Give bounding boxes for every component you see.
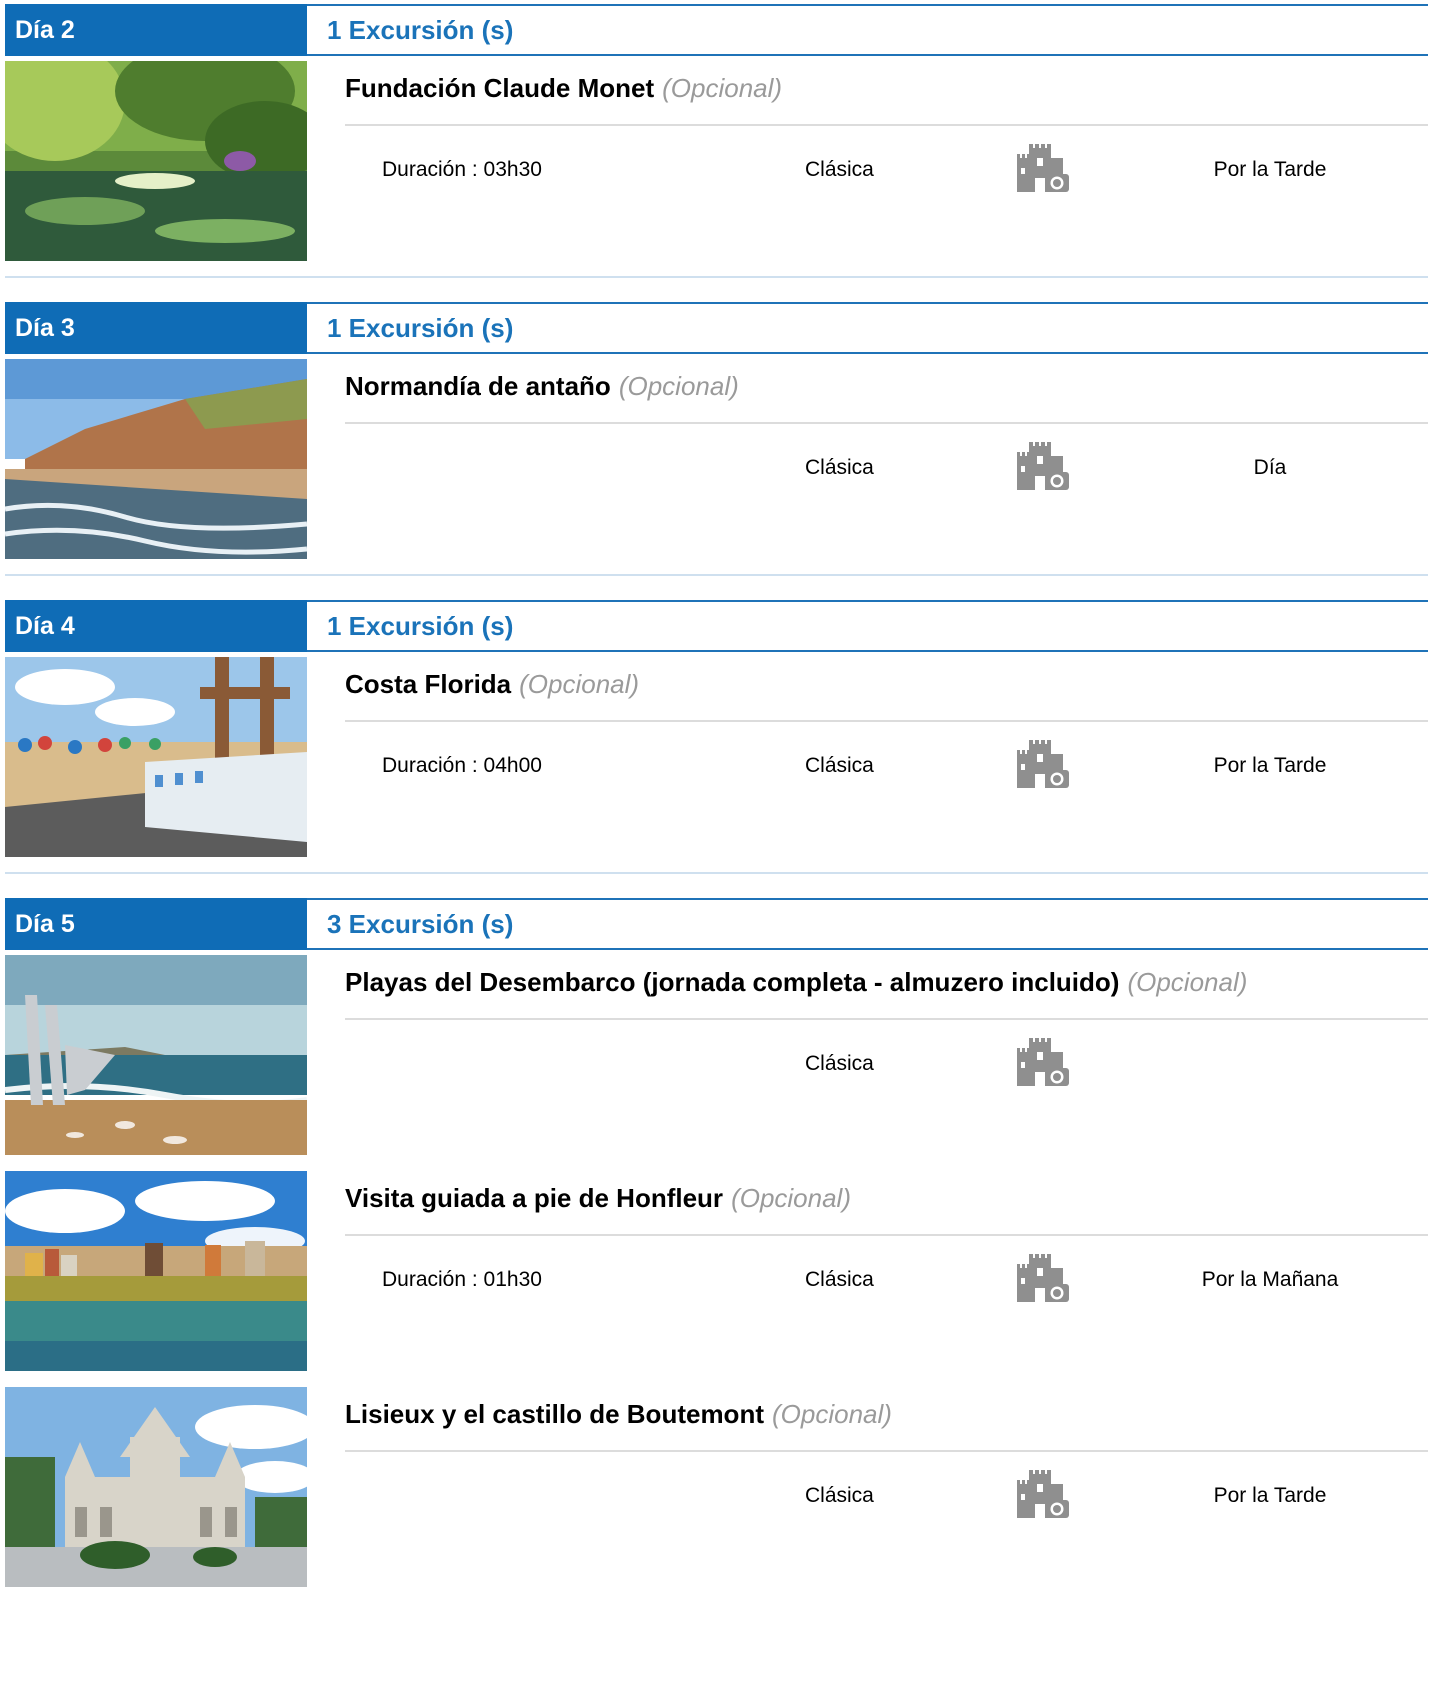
day-header: Día 2 1 Excursión (s)	[5, 4, 1428, 56]
excursion-count: 3 Excursión (s)	[327, 909, 514, 939]
divider	[345, 720, 1428, 722]
time-of-day: Por la Tarde	[1213, 158, 1327, 181]
excursion-count: 1 Excursión (s)	[327, 313, 514, 343]
excursion-title[interactable]: Fundación Claude Monet	[345, 73, 654, 103]
time-of-day: Día	[1253, 456, 1287, 479]
excursion-type: Clásica	[805, 1484, 874, 1507]
excursion-type: Clásica	[805, 456, 874, 479]
day-section-5: Día 5 3 Excursión (s) Playas del Desemba…	[5, 898, 1428, 1587]
castle-camera-icon	[1015, 144, 1071, 203]
excursion-type: Clásica	[805, 158, 874, 181]
divider	[345, 422, 1428, 424]
excursion-photo[interactable]	[5, 955, 307, 1155]
day-section-3: Día 3 1 Excursión (s) Normandía de antañ…	[5, 302, 1428, 559]
excursion-photo[interactable]	[5, 1387, 307, 1587]
day-label: Día 5	[5, 898, 307, 950]
excursion-count: 1 Excursión (s)	[327, 15, 514, 45]
castle-camera-icon	[1015, 1254, 1071, 1313]
excursion-title[interactable]: Costa Florida	[345, 669, 511, 699]
excursion-type: Clásica	[805, 1268, 874, 1291]
duration: Duración : 04h00	[382, 754, 542, 777]
optional-tag: (Opcional)	[731, 1183, 851, 1213]
excursion-title[interactable]: Visita guiada a pie de Honfleur	[345, 1183, 723, 1213]
excursion-type: Clásica	[805, 1052, 874, 1075]
divider	[345, 1450, 1428, 1452]
excursion-item[interactable]: Costa Florida (Opcional) Duración : 04h00…	[5, 657, 1428, 857]
castle-camera-icon	[1015, 1038, 1071, 1097]
excursion-photo[interactable]	[5, 61, 307, 261]
optional-tag: (Opcional)	[618, 371, 739, 401]
excursion-item[interactable]: Playas del Desembarco (jornada completa …	[5, 955, 1428, 1155]
day-section-2: Día 2 1 Excursión (s) Fundación Claude M…	[5, 4, 1428, 261]
excursions-page: Día 2 1 Excursión (s) Fundación Claude M…	[0, 0, 1432, 1686]
day-label: Día 4	[5, 600, 307, 652]
duration: Duración : 01h30	[382, 1268, 542, 1291]
divider	[345, 124, 1428, 126]
castle-camera-icon	[1015, 740, 1071, 799]
optional-tag: (Opcional)	[1127, 967, 1248, 997]
excursion-photo[interactable]	[5, 657, 307, 857]
time-of-day: Por la Tarde	[1213, 754, 1327, 777]
day-label: Día 2	[5, 4, 307, 56]
excursion-item[interactable]: Fundación Claude Monet (Opcional) Duració…	[5, 61, 1428, 261]
divider	[5, 574, 1428, 576]
day-header: Día 5 3 Excursión (s)	[5, 898, 1428, 950]
day-header: Día 3 1 Excursión (s)	[5, 302, 1428, 354]
excursion-item[interactable]: Normandía de antaño (Opcional) Clásica Dí…	[5, 359, 1428, 559]
castle-camera-icon	[1015, 442, 1071, 501]
excursion-title[interactable]: Normandía de antaño	[345, 371, 611, 401]
excursion-photo[interactable]	[5, 359, 307, 559]
excursion-item[interactable]: Lisieux y el castillo de Boutemont (Opcio…	[5, 1387, 1428, 1587]
divider	[5, 276, 1428, 278]
time-of-day: Por la Mañana	[1201, 1268, 1339, 1291]
day-section-4: Día 4 1 Excursión (s) Costa Florida (Opc…	[5, 600, 1428, 857]
duration: Duración : 03h30	[382, 158, 542, 181]
excursion-item[interactable]: Visita guiada a pie de Honfleur (Opcional…	[5, 1171, 1428, 1371]
excursion-count: 1 Excursión (s)	[327, 611, 514, 641]
day-header: Día 4 1 Excursión (s)	[5, 600, 1428, 652]
day-label: Día 3	[5, 302, 307, 354]
optional-tag: (Opcional)	[662, 73, 783, 103]
excursion-title[interactable]: Playas del Desembarco (jornada completa …	[345, 967, 1119, 997]
divider	[345, 1018, 1428, 1020]
optional-tag: (Opcional)	[519, 669, 640, 699]
excursion-type: Clásica	[805, 754, 874, 777]
excursion-photo[interactable]	[5, 1171, 307, 1371]
castle-camera-icon	[1015, 1470, 1071, 1529]
excursion-title[interactable]: Lisieux y el castillo de Boutemont	[345, 1399, 764, 1429]
time-of-day: Por la Tarde	[1213, 1484, 1327, 1507]
optional-tag: (Opcional)	[771, 1399, 892, 1429]
divider	[345, 1234, 1428, 1236]
divider	[5, 872, 1428, 874]
